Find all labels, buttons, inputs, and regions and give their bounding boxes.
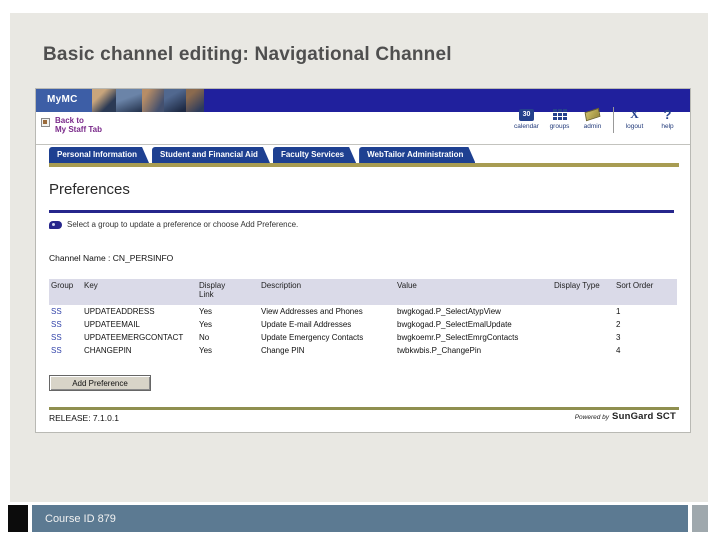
banner-photo-collage (116, 89, 142, 112)
help-icon: ? (663, 107, 672, 122)
table-row: SS UPDATEEMAIL Yes Update E-mail Address… (49, 318, 677, 331)
col-header-key: Key (82, 279, 197, 305)
group-link[interactable]: SS (49, 344, 82, 357)
col-header-display-link: Display Link (197, 279, 259, 305)
logout-label: logout (625, 123, 644, 130)
tab-underline-bar (49, 163, 679, 167)
display-link-cell: No (199, 333, 210, 342)
group-link[interactable]: SS (49, 331, 82, 344)
calendar-icon: 30 (519, 108, 534, 121)
groups-icon (552, 109, 567, 120)
calendar-label: calendar (514, 123, 539, 130)
course-id: Course ID 879 (45, 512, 116, 525)
instruction-row: Select a group to update a preference or… (49, 220, 298, 229)
col-header-value: Value (395, 279, 552, 305)
add-preference-button[interactable]: Add Preference (49, 375, 151, 391)
admin-icon (584, 107, 601, 122)
key-cell: CHANGEPIN (84, 346, 132, 355)
banner-photo-collage (164, 89, 186, 112)
back-icon (41, 118, 50, 127)
description-cell: Change PIN (261, 346, 305, 355)
description-cell: Update E-mail Addresses (261, 320, 352, 329)
brand-logo-text: MyMC (47, 94, 78, 105)
footer-gray-square (692, 505, 708, 532)
slide-title: Basic channel editing: Navigational Chan… (43, 44, 452, 65)
info-bubble-icon (49, 220, 62, 229)
groups-label: groups (549, 123, 570, 130)
display-type-cell (552, 331, 614, 344)
banner-photo-collage (186, 89, 204, 112)
channel-name-label: Channel Name : (49, 253, 111, 263)
col-header-group: Group (49, 279, 82, 305)
heading-rule (49, 210, 674, 213)
key-cell: UPDATEEMAIL (84, 320, 140, 329)
instruction-text: Select a group to update a preference or… (67, 220, 299, 229)
description-cell: View Addresses and Phones (261, 307, 363, 316)
groups-button[interactable]: groups (543, 107, 576, 130)
table-row: SS UPDATEADDRESS Yes View Addresses and … (49, 305, 677, 318)
icon-bar-divider (613, 107, 614, 133)
page-title: Preferences (49, 181, 130, 198)
col-header-description: Description (259, 279, 395, 305)
back-to-staff-tab-link[interactable]: Back to My Staff Tab (41, 116, 102, 134)
table-header-row: Group Key Display Link Description Value… (49, 279, 677, 305)
key-cell: UPDATEEMERGCONTACT (84, 333, 184, 342)
help-label: help (661, 123, 674, 130)
table-row: SS UPDATEEMERGCONTACT No Update Emergenc… (49, 331, 677, 344)
admin-label: admin (583, 123, 602, 130)
sort-order-cell: 2 (616, 320, 621, 329)
description-cell: Update Emergency Contacts (261, 333, 364, 342)
brand-area: MyMC (36, 89, 204, 112)
sort-order-cell: 3 (616, 333, 621, 342)
channel-name-value: CN_PERSINFO (112, 253, 174, 263)
display-type-cell (552, 344, 614, 357)
key-cell: UPDATEADDRESS (84, 307, 155, 316)
footer-black-square (8, 505, 28, 532)
portal-screenshot: MyMC Back to My Staff Tab 30 calendar gro… (35, 88, 691, 433)
tab-student-financial-aid[interactable]: Student and Financial Aid (152, 147, 270, 163)
tab-faculty-services[interactable]: Faculty Services (273, 147, 356, 163)
back-link-line2: My Staff Tab (55, 125, 102, 134)
value-cell: bwgkoemr.P_SelectEmrgContacts (397, 333, 519, 342)
footer-rule (49, 407, 679, 410)
table-row: SS CHANGEPIN Yes Change PIN twbkwbis.P_C… (49, 344, 677, 357)
logout-icon: X (630, 107, 639, 121)
display-type-cell (552, 305, 614, 318)
tab-personal-information[interactable]: Personal Information (49, 147, 149, 163)
group-link[interactable]: SS (49, 305, 82, 318)
col-header-display-type: Display Type (552, 279, 614, 305)
header-icon-bar: 30 calendar groups admin X logout ? help (510, 107, 684, 133)
footer-bar: Course ID 879 (32, 505, 688, 532)
value-cell: bwgkogad.P_SelectEmalUpdate (397, 320, 512, 329)
value-cell: bwgkogad.P_SelectAtypView (397, 307, 501, 316)
col-header-sort-order: Sort Order (614, 279, 677, 305)
nav-tab-bar: Personal Information Student and Financi… (49, 147, 478, 163)
sort-order-cell: 4 (616, 346, 621, 355)
logout-button[interactable]: X logout (618, 107, 651, 130)
header-separator (36, 144, 690, 145)
calendar-button[interactable]: 30 calendar (510, 107, 543, 130)
banner-photo-collage (92, 89, 116, 112)
powered-by: Powered by SunGard SCT (575, 411, 676, 422)
sort-order-cell: 1 (616, 307, 621, 316)
display-type-cell (552, 318, 614, 331)
help-button[interactable]: ? help (651, 107, 684, 130)
release-version: RELEASE: 7.1.0.1 (49, 413, 119, 423)
tab-webtailor-administration[interactable]: WebTailor Administration (359, 147, 475, 163)
display-link-cell: Yes (199, 307, 213, 316)
sungard-sct-logo: SunGard SCT (612, 411, 676, 422)
preferences-table: Group Key Display Link Description Value… (49, 279, 677, 357)
value-cell: twbkwbis.P_ChangePin (397, 346, 482, 355)
display-link-cell: Yes (199, 320, 213, 329)
display-link-cell: Yes (199, 346, 213, 355)
channel-name-line: Channel Name : CN_PERSINFO (49, 253, 173, 263)
group-link[interactable]: SS (49, 318, 82, 331)
banner-photo-collage (142, 89, 164, 112)
admin-button[interactable]: admin (576, 107, 609, 130)
back-link-line1: Back to (55, 116, 84, 125)
back-link-label[interactable]: Back to My Staff Tab (55, 116, 102, 134)
powered-by-prefix: Powered by (574, 414, 610, 421)
slide: Basic channel editing: Navigational Chan… (0, 0, 720, 540)
